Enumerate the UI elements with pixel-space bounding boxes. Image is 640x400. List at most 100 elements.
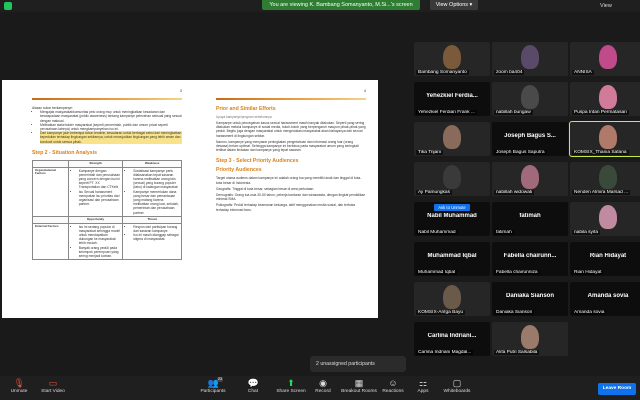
- page-header-rule: [216, 98, 366, 100]
- participant-tile[interactable]: nabillah bungaw: [492, 82, 568, 116]
- apps-button[interactable]: ⚏ Apps: [406, 378, 440, 400]
- participant-tile[interactable]: Tika Trijani: [414, 122, 490, 156]
- apps-icon: ⚏: [418, 378, 428, 388]
- participant-name-label: Yehezkiel Ferdian Frank ...: [416, 110, 477, 115]
- participant-name-label: Muhammad Iqbal: [416, 270, 458, 275]
- list-item: Kampanye dengan pemerintah dan perusahaa…: [79, 169, 121, 190]
- participant-name-label: Carlina Indriani Magdal...: [416, 350, 474, 355]
- participant-name-label: Puspa Intan Permatasari: [572, 110, 629, 115]
- participant-name-label: Tika Trijani: [416, 150, 444, 155]
- participant-tile[interactable]: Aji Pamungkas: [414, 162, 490, 196]
- list-item: Banyak orang peduli pada kelompok peremp…: [79, 246, 121, 259]
- record-button[interactable]: ◉ Record: [306, 378, 340, 400]
- participant-display-name: Nabil Muhammad: [427, 213, 477, 219]
- participant-display-name: Carlina Indriani...: [427, 333, 477, 339]
- participant-display-name: Rian Hidayat: [589, 253, 627, 259]
- chat-icon: 💬: [247, 378, 259, 388]
- paragraph: Demografis: Orang tua usia 30-50 tahun, …: [216, 193, 366, 202]
- paragraph: Geografis: Tinggal di kota besar, sebagi…: [216, 186, 315, 191]
- share-screen-button[interactable]: ⬆ Share Screen: [274, 378, 308, 400]
- participant-name-label: Rian Hidayat: [572, 270, 604, 275]
- participant-video: [599, 205, 617, 229]
- table-row-label: Organizational Factors: [32, 166, 69, 217]
- participant-tile[interactable]: Alifa Putri Salsabila: [492, 322, 568, 356]
- table-cell: Respon dari partisipan kurang dari sasar…: [122, 222, 182, 261]
- participant-video: [599, 45, 617, 69]
- paragraph: Target utama audiens dalam kampanye ini …: [216, 176, 362, 185]
- view-button[interactable]: View: [600, 2, 636, 10]
- participant-tile[interactable]: nabila syifa: [570, 202, 640, 236]
- participant-name-label: nabila syifa: [572, 230, 600, 235]
- participant-video: [443, 285, 461, 309]
- paragraph: Kampanye untuk pencegahan kasus sexual h…: [216, 121, 366, 138]
- participants-button[interactable]: 👥 23 Participants: [196, 377, 230, 400]
- list-item: Sosialisasi kampanye perlu dilaksanakan …: [133, 169, 179, 190]
- participant-tile[interactable]: Carlina Indriani... Carlina Indriani Magd…: [414, 322, 490, 356]
- participant-name-label: Fabella chairunniza: [494, 270, 540, 275]
- view-options-button[interactable]: View Options ▾: [430, 0, 478, 10]
- participant-display-name: fatimah: [519, 213, 541, 219]
- section-title: Prior and Similar Efforts: [216, 106, 276, 112]
- participant-tile[interactable]: KOMSIX_Thania Safana: [569, 121, 640, 157]
- participant-tile[interactable]: zoom ba404: [492, 42, 568, 76]
- participant-video: [599, 125, 617, 149]
- breakout-rooms-icon: ▦: [354, 378, 364, 388]
- table-cell: Kampanye dengan pemerintah dan perusahaa…: [67, 166, 124, 217]
- start-video-button[interactable]: ▭ Start Video: [36, 378, 70, 400]
- table-row-label: External Factors: [32, 222, 69, 261]
- chat-button[interactable]: 💬 Chat: [236, 378, 270, 400]
- participant-display-name: Fabella chairunn...: [503, 253, 557, 259]
- viewing-screen-banner: You are viewing K. Bambang Somanyanto, M…: [262, 0, 420, 10]
- video-off-icon: ▭: [48, 378, 58, 388]
- reactions-button[interactable]: ☺ Reactions: [376, 378, 410, 400]
- participant-tile[interactable]: Amanda sovia Amanda sovia: [570, 282, 640, 316]
- reasons-list: Mengajak masyarakat/komunitas pelo orang…: [32, 110, 182, 144]
- unmute-button[interactable]: 🎙 Unmute: [2, 378, 36, 400]
- participants-count-badge: 23: [217, 377, 223, 382]
- leave-room-button[interactable]: Leave Room: [598, 383, 636, 395]
- ask-to-unmute-button[interactable]: Ask to Unmute: [434, 204, 470, 211]
- table-cell: Sosialisasi kampanye perlu dilaksanakan …: [122, 166, 182, 217]
- table-header: [32, 215, 69, 224]
- top-bar: You are viewing K. Bambang Somanyanto, M…: [0, 0, 640, 12]
- participant-tile[interactable]: Yehezkiel Ferdia... Yehezkiel Ferdian Fra…: [414, 82, 490, 116]
- participant-name-label: Daniaka Sianson: [494, 310, 535, 315]
- participant-tile[interactable]: Muhammad Iqbal Muhammad Iqbal: [414, 242, 490, 276]
- participant-tile[interactable]: Rian Hidayat Rian Hidayat: [570, 242, 640, 276]
- participant-display-name: Daniaka Sianson: [505, 293, 555, 299]
- participant-video: [599, 165, 617, 189]
- participant-tile[interactable]: Fabella chairunn... Fabella chairunniza: [492, 242, 568, 276]
- unassigned-participants-notice[interactable]: 2 unassigned participants: [310, 356, 406, 372]
- list-item: Isu Sexual harassment merupakan isu prio…: [79, 190, 121, 207]
- participant-display-name: Amanda sovia: [587, 293, 629, 299]
- reactions-icon: ☺: [388, 378, 398, 388]
- participant-display-name: Yehezkiel Ferdia...: [426, 93, 478, 99]
- participant-name-label: fatimah: [494, 230, 514, 235]
- participant-video: [521, 325, 539, 349]
- participant-tile[interactable]: Daniaka Sianson Daniaka Sianson: [492, 282, 568, 316]
- document-page-right: 4 Prior and Similar Efforts Upaya kampan…: [216, 88, 366, 310]
- list-item: Isu ini sedang popular di masyarakat seh…: [79, 225, 121, 246]
- meeting-toolbar: 🎙 Unmute ▭ Start Video 👥 23 Participants…: [0, 376, 640, 400]
- participant-name-label: Nabil Muhammad: [416, 230, 458, 235]
- participant-name-label: Alifa Putri Salsabila: [494, 350, 540, 355]
- participant-tile[interactable]: KOMSIX-Arifga Bayu: [414, 282, 490, 316]
- breakout-rooms-button[interactable]: ▦ Breakout Rooms: [340, 378, 378, 400]
- table-header: Strength: [67, 159, 124, 168]
- participant-display-name: Joseph Bagus S...: [504, 133, 556, 139]
- participant-tile[interactable]: Bambang Somanyanto: [414, 42, 490, 76]
- table-header: Weakness: [122, 159, 182, 168]
- security-shield-icon[interactable]: [4, 2, 12, 10]
- participant-tile[interactable]: ANNISA: [570, 42, 640, 76]
- table-cell: Isu ini sedang popular di masyarakat seh…: [67, 222, 124, 261]
- participant-tile[interactable]: Joseph Bagus S... Joseph Bagus Saputra: [492, 122, 568, 156]
- participant-display-name: Muhammad Iqbal: [427, 253, 477, 259]
- list-item: Kampanye memerlukan dana yang besar dan …: [133, 190, 179, 215]
- participant-tile[interactable]: nabillah widowati: [492, 162, 568, 196]
- participant-tile[interactable]: fatimah fatimah: [492, 202, 568, 236]
- participant-tile[interactable]: Nenden Almira Marsad ...: [570, 162, 640, 196]
- whiteboards-button[interactable]: ▢ Whiteboards: [440, 378, 474, 400]
- section-subtitle: Upaya kampanye/program sebelumnya: [216, 115, 272, 119]
- participant-tile[interactable]: Puspa Intan Permatasari: [570, 82, 640, 116]
- participant-name-label: Bambang Somanyanto: [416, 70, 469, 75]
